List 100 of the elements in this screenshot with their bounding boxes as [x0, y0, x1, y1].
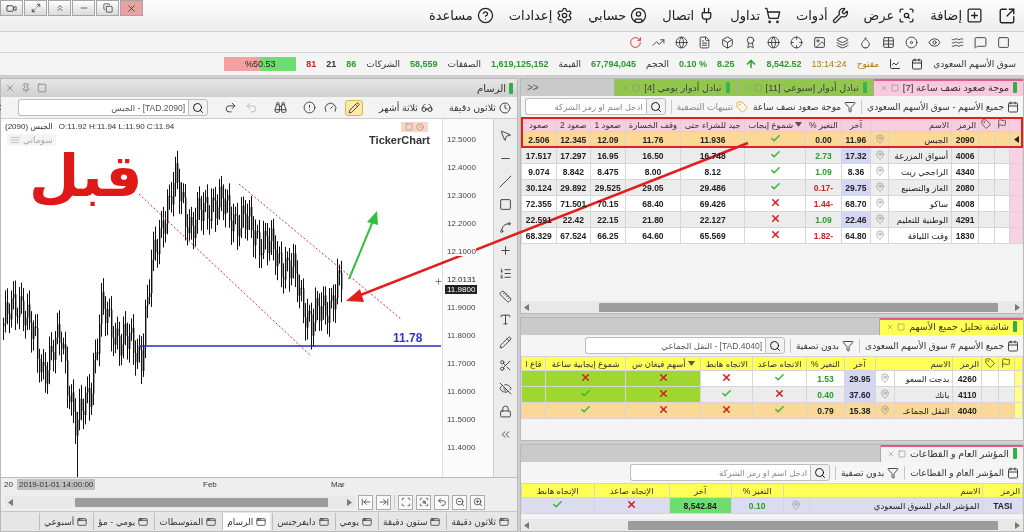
scroll-left-icon[interactable]	[8, 498, 13, 506]
filter-button[interactable]: بدون تصفية	[841, 466, 900, 479]
market-selector[interactable]: المؤشر العام و القطاعات	[910, 466, 1019, 479]
menu-item[interactable]: مساعدة	[428, 7, 494, 25]
scroll-left-icon[interactable]	[524, 521, 529, 529]
horizontal-scrollbar[interactable]	[521, 519, 1023, 531]
reset-button[interactable]	[434, 494, 449, 510]
search-button[interactable]	[810, 464, 831, 481]
map-pin-icon	[874, 181, 885, 192]
menu-item[interactable]: حسابي	[588, 7, 648, 25]
clock-icon	[499, 101, 511, 114]
search-button[interactable]	[188, 99, 209, 116]
scroll-start-button[interactable]	[358, 494, 373, 510]
pointer-icon	[499, 129, 512, 142]
column-header[interactable]: أسهم فيغان س	[625, 356, 701, 371]
cart-icon	[764, 7, 781, 25]
tab[interactable]: موجة صعود نصف ساعة [7]	[872, 79, 1023, 96]
chevrons-up-icon	[54, 3, 65, 13]
tab[interactable]: يومي	[334, 513, 377, 530]
search-field[interactable]: ادخل اسم او رمز الشركة	[630, 464, 811, 481]
column-header[interactable]: الرمز	[952, 356, 982, 371]
undo-icon	[436, 497, 447, 507]
price-tag: 11.9800	[445, 285, 478, 294]
horizontal-scrollbar[interactable]	[521, 301, 1023, 313]
index-change: 8.25	[717, 59, 735, 70]
column-header[interactable]: الإتجاه هابط	[521, 483, 594, 498]
fit-button[interactable]	[398, 494, 413, 510]
tab[interactable]: ستون دقيقة	[378, 513, 445, 530]
close-icon	[5, 83, 15, 93]
time-label: 20	[4, 480, 13, 489]
scroll-left-icon[interactable]	[524, 303, 529, 311]
column-header[interactable]: الرمز	[982, 483, 1023, 498]
window-icon	[405, 123, 413, 131]
tab[interactable]: تبادل أدوار يومي [4]	[614, 79, 736, 96]
text-tool-icon	[499, 313, 512, 326]
minimize-button[interactable]	[72, 0, 95, 16]
menu-item[interactable]: إضافة	[930, 7, 983, 25]
menu-item[interactable]: اتصال	[662, 7, 716, 25]
search-field[interactable]: ادخل اسم او رمز الشركة	[525, 98, 646, 115]
search-button[interactable]	[765, 337, 785, 354]
market-selector[interactable]: جميع الأسهم # سوق الأسهم السعودى	[865, 339, 1019, 352]
column-header[interactable]: التغير %	[806, 356, 845, 371]
window-icon	[138, 516, 149, 527]
wave-icon	[951, 35, 964, 49]
menu-item[interactable]: أدوات	[796, 7, 849, 25]
menu-item[interactable]: عرض	[863, 7, 916, 25]
column-header[interactable]: شموع إيجابية ساعة	[545, 356, 626, 371]
column-header[interactable]: الاسم	[783, 483, 983, 498]
column-header[interactable]: آخر	[844, 356, 876, 371]
tab[interactable]: تبادل أدوار إسبوعي [11]	[735, 79, 873, 96]
float-button[interactable]	[48, 0, 71, 16]
map-pin-icon	[879, 388, 890, 399]
zoom-out-button[interactable]	[452, 494, 467, 510]
declining-count: 81	[306, 59, 317, 70]
market-status: مفتوح	[856, 59, 880, 70]
close-button[interactable]	[120, 0, 143, 16]
time-label: Feb	[203, 480, 217, 489]
plus-icon	[434, 277, 443, 286]
volume-label: الحجم	[646, 59, 669, 70]
menu-item[interactable]: تداول	[730, 7, 781, 25]
collapse-button[interactable]: <<	[521, 79, 545, 96]
column-header[interactable]: الاسم	[875, 356, 953, 371]
menu-item[interactable]: إعدادات	[508, 7, 574, 25]
column-header[interactable]: قاع ا	[521, 356, 546, 371]
window-icon	[77, 516, 88, 527]
filter-button[interactable]: موجة صعود نصف ساعة	[753, 100, 857, 113]
column-header[interactable]: الاتجاه هابط	[700, 356, 753, 371]
tab[interactable]: يومي - مؤ	[93, 513, 153, 530]
tab[interactable]: دايفرجنس	[272, 513, 333, 530]
scroll-right-icon[interactable]	[1015, 303, 1020, 311]
tab[interactable]: الرسام	[222, 513, 271, 530]
search-field[interactable]: [TAD.4040] - النقل الجماعي	[585, 337, 765, 354]
tab[interactable]: المتوسطات	[154, 513, 221, 530]
tab[interactable]: شاشة تحليل جميع الأسهم	[879, 318, 1023, 335]
interval-button[interactable]: ثلاثون دقيقة	[448, 101, 511, 114]
drawing-button[interactable]	[345, 99, 364, 116]
expand-button[interactable]	[24, 0, 47, 16]
map-pin-icon	[879, 372, 890, 383]
scroll-right-icon[interactable]	[347, 498, 352, 506]
period-button[interactable]: ثلاثة أشهر	[379, 101, 433, 114]
camera-button[interactable]	[0, 0, 23, 16]
tab[interactable]: المؤشر العام و القطاعات	[879, 445, 1023, 462]
zoom-in-button[interactable]	[470, 494, 485, 510]
scroll-right-icon[interactable]	[1015, 521, 1020, 529]
breadth-ratio: %50.53	[245, 59, 276, 70]
restore-button[interactable]	[96, 0, 119, 16]
column-header[interactable]: الاتجاه صاعد	[752, 356, 807, 371]
filter-button[interactable]: بدون تصفية	[796, 339, 855, 352]
zoom-area-button[interactable]	[416, 494, 431, 510]
search-field[interactable]: [TAD.2090] - الجبس	[18, 99, 189, 116]
scroll-end-button[interactable]	[376, 494, 391, 510]
search-icon	[769, 339, 781, 352]
column-header[interactable]: آخر	[669, 483, 732, 498]
market-selector[interactable]: جميع الأسهم - سوق الأسهم السعودي	[867, 100, 1019, 113]
restore-icon	[102, 3, 113, 13]
tab[interactable]: أسبوعي	[39, 513, 92, 530]
column-header[interactable]: التغير %	[731, 483, 784, 498]
column-header[interactable]: الإتجاه صاعد	[594, 483, 670, 498]
horizontal-scrollbar[interactable]	[5, 496, 355, 508]
tab[interactable]: ثلاثون دقيقة	[446, 513, 513, 530]
